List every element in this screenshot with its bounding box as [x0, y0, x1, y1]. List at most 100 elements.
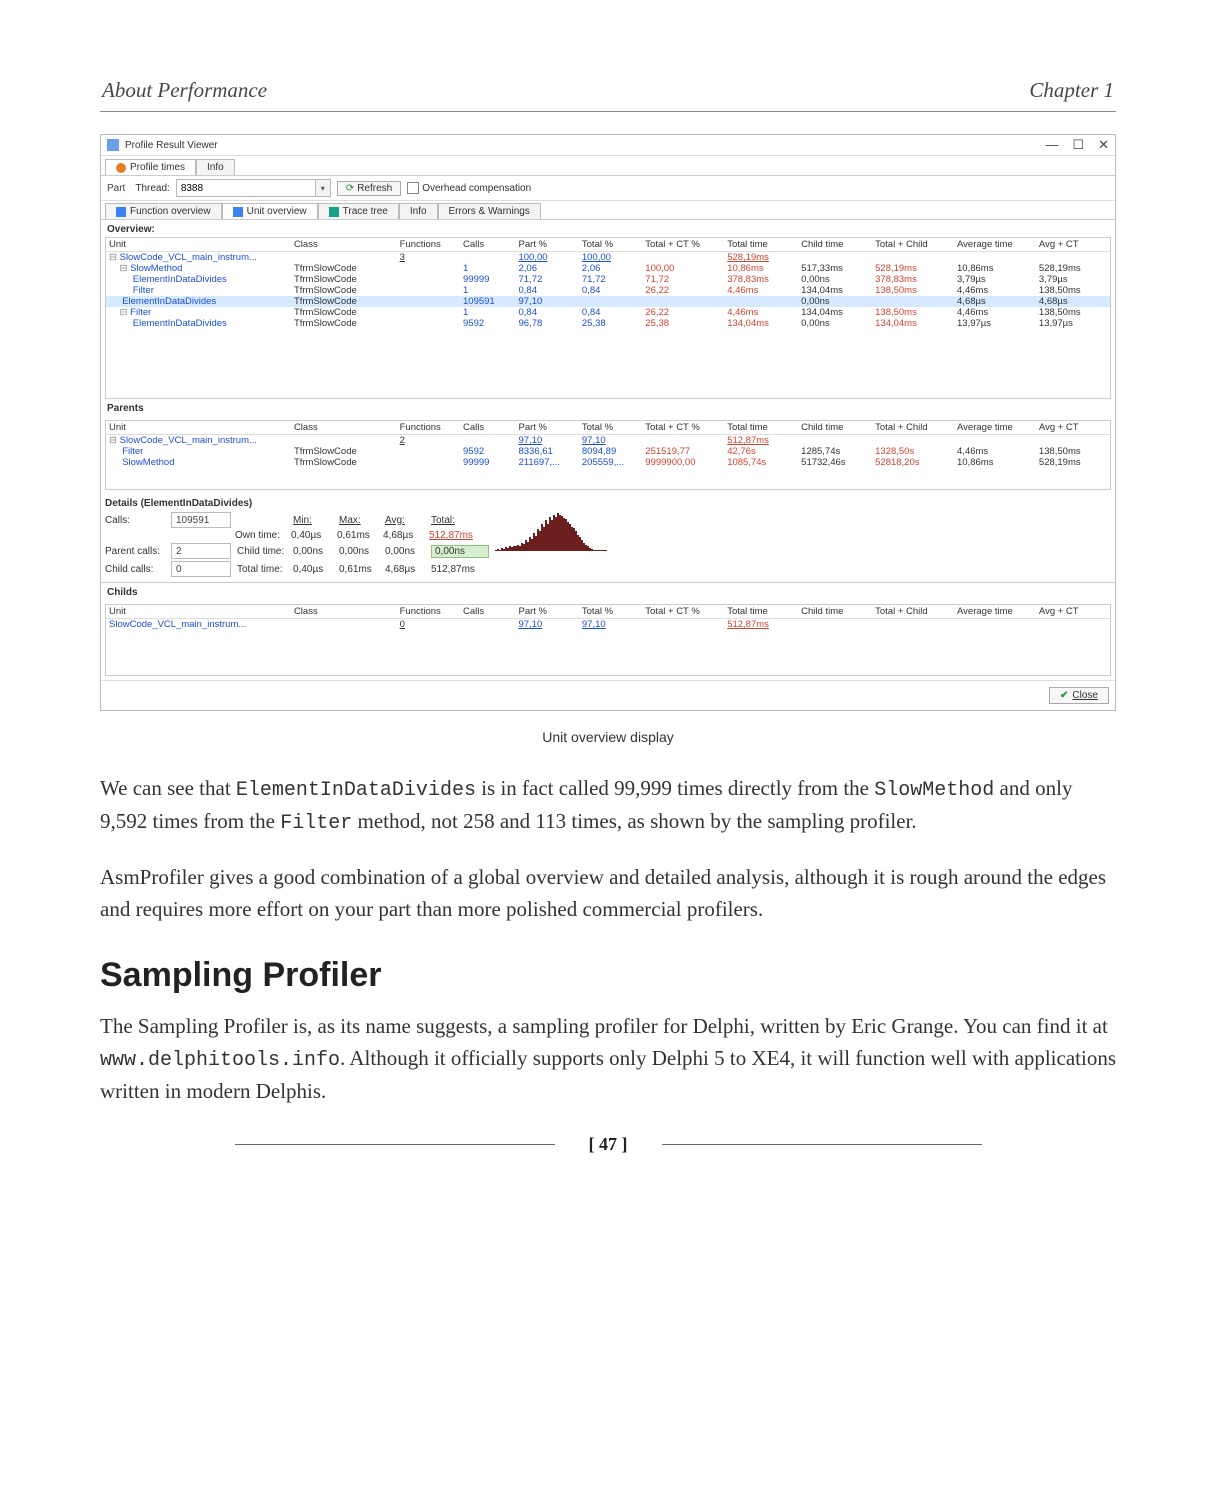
table-row[interactable]: ElementInDataDividesTfrmSlowCode959296,7…: [106, 318, 1110, 329]
column-header[interactable]: Calls: [460, 238, 515, 252]
overview-header-row: UnitClassFunctionsCallsPart %Total %Tota…: [106, 238, 1110, 252]
column-header[interactable]: Avg + CT: [1036, 238, 1110, 252]
column-header[interactable]: Unit: [106, 421, 291, 435]
table-row[interactable]: ⊟ SlowCode_VCL_main_instrum...3100,00100…: [106, 252, 1110, 264]
app-icon: [107, 139, 119, 151]
table-row[interactable]: ⊟ FilterTfrmSlowCode10,840,8426,224,46ms…: [106, 307, 1110, 318]
column-header[interactable]: Total %: [579, 238, 642, 252]
column-header[interactable]: Functions: [397, 238, 460, 252]
column-header[interactable]: Avg + CT: [1036, 605, 1110, 619]
header-rule: [100, 111, 1116, 112]
parent-calls-field: 2: [171, 543, 231, 559]
column-header[interactable]: Calls: [460, 421, 515, 435]
column-header[interactable]: Total time: [724, 421, 798, 435]
column-header[interactable]: Average time: [954, 421, 1036, 435]
own-total: 512,87ms: [429, 530, 479, 541]
parents-header-row: UnitClassFunctionsCallsPart %Total %Tota…: [106, 421, 1110, 435]
tab-info2[interactable]: Info: [399, 203, 438, 219]
table-row[interactable]: ⊟ SlowCode_VCL_main_instrum...297,1097,1…: [106, 435, 1110, 447]
tab-unit-overview[interactable]: Unit overview: [222, 203, 318, 219]
column-header[interactable]: Average time: [954, 605, 1036, 619]
total-total: 512,87ms: [431, 564, 481, 575]
close-button[interactable]: ✔ Close: [1049, 687, 1109, 704]
table-row[interactable]: ElementInDataDividesTfrmSlowCode10959197…: [106, 296, 1110, 307]
table-row[interactable]: SlowCode_VCL_main_instrum...097,1097,105…: [106, 619, 1110, 631]
checkbox-icon: [407, 182, 419, 194]
table-row[interactable]: ElementInDataDividesTfrmSlowCode9999971,…: [106, 274, 1110, 285]
refresh-button[interactable]: ⟳ Refresh: [337, 181, 401, 196]
column-header[interactable]: Average time: [954, 238, 1036, 252]
column-header[interactable]: Part %: [515, 421, 578, 435]
column-header[interactable]: Functions: [397, 605, 460, 619]
column-header[interactable]: Total + CT %: [642, 421, 724, 435]
column-header[interactable]: Class: [291, 421, 397, 435]
column-header[interactable]: Total + Child: [872, 421, 954, 435]
column-header[interactable]: Total + Child: [872, 605, 954, 619]
refresh-icon: ⟳: [346, 183, 354, 194]
table-row[interactable]: FilterTfrmSlowCode95928336,618094,892515…: [106, 446, 1110, 457]
figure-caption: Unit overview display: [100, 729, 1116, 745]
total-time-label: Total time:: [237, 564, 287, 575]
column-header[interactable]: Child time: [798, 605, 872, 619]
errors-label: Errors & Warnings: [449, 206, 530, 217]
column-header[interactable]: Total + CT %: [642, 238, 724, 252]
column-header[interactable]: Child time: [798, 421, 872, 435]
trace-label: Trace tree: [343, 206, 388, 217]
thread-input[interactable]: [176, 179, 316, 197]
column-header[interactable]: Part %: [515, 605, 578, 619]
table-row[interactable]: FilterTfrmSlowCode10,840,8426,224,46ms13…: [106, 285, 1110, 296]
table-row[interactable]: ⊟ SlowMethodTfrmSlowCode12,062,06100,001…: [106, 263, 1110, 274]
tab-function-overview[interactable]: Function overview: [105, 203, 222, 219]
grid-icon: [116, 207, 126, 217]
column-header[interactable]: Total time: [724, 238, 798, 252]
thread-label: Thread:: [135, 183, 169, 194]
window-title: Profile Result Viewer: [125, 140, 218, 151]
own-min: 0,40µs: [291, 530, 331, 541]
part-label: Part: [107, 183, 125, 194]
column-header[interactable]: Avg + CT: [1036, 421, 1110, 435]
parents-label: Parents: [101, 399, 1115, 416]
parent-calls-label: Parent calls:: [105, 546, 165, 557]
thread-dropdown-icon[interactable]: ▾: [316, 179, 331, 197]
column-header[interactable]: Calls: [460, 605, 515, 619]
parents-grid: UnitClassFunctionsCallsPart %Total %Tota…: [105, 420, 1111, 490]
refresh-label: Refresh: [357, 183, 392, 194]
column-header[interactable]: Total time: [724, 605, 798, 619]
column-header[interactable]: Class: [291, 238, 397, 252]
close-icon[interactable]: ✕: [1098, 137, 1109, 153]
column-header[interactable]: Total + CT %: [642, 605, 724, 619]
tab-info[interactable]: Info: [196, 159, 235, 175]
code-elementindatadivides: ElementInDataDivides: [236, 779, 476, 802]
column-header[interactable]: Part %: [515, 238, 578, 252]
code-filter: Filter: [280, 812, 352, 835]
column-header[interactable]: Class: [291, 605, 397, 619]
column-header[interactable]: Total %: [579, 421, 642, 435]
avg-label: Avg:: [385, 515, 425, 526]
tree-icon: [329, 207, 339, 217]
total-max: 0,61ms: [339, 564, 379, 575]
minimize-icon[interactable]: —: [1045, 137, 1058, 153]
column-header[interactable]: Total %: [579, 605, 642, 619]
grid-icon: [233, 207, 243, 217]
maximize-icon[interactable]: ☐: [1072, 137, 1084, 153]
txt: We can see that: [100, 776, 236, 800]
own-avg: 4,68µs: [383, 530, 423, 541]
check-icon: ✔: [1060, 690, 1068, 701]
page-header-left: About Performance: [102, 78, 267, 103]
unit-label: Unit overview: [247, 206, 307, 217]
tab-profile-times[interactable]: Profile times: [105, 159, 196, 175]
column-header[interactable]: Unit: [106, 605, 291, 619]
tab-trace-tree[interactable]: Trace tree: [318, 203, 399, 219]
table-row[interactable]: SlowMethodTfrmSlowCode99999211697,...205…: [106, 457, 1110, 468]
column-header[interactable]: Unit: [106, 238, 291, 252]
childs-grid: UnitClassFunctionsCallsPart %Total %Tota…: [105, 604, 1111, 676]
column-header[interactable]: Total + Child: [872, 238, 954, 252]
tab-errors[interactable]: Errors & Warnings: [438, 203, 541, 219]
part-panel: Part Thread: ▾ ⟳ Refresh Overhead compen…: [101, 176, 1115, 201]
func-label: Function overview: [130, 206, 211, 217]
column-header[interactable]: Child time: [798, 238, 872, 252]
txt: is in fact called 99,999 times directly …: [476, 776, 874, 800]
column-header[interactable]: Functions: [397, 421, 460, 435]
max-label: Max:: [339, 515, 379, 526]
overhead-checkbox[interactable]: Overhead compensation: [407, 182, 531, 194]
